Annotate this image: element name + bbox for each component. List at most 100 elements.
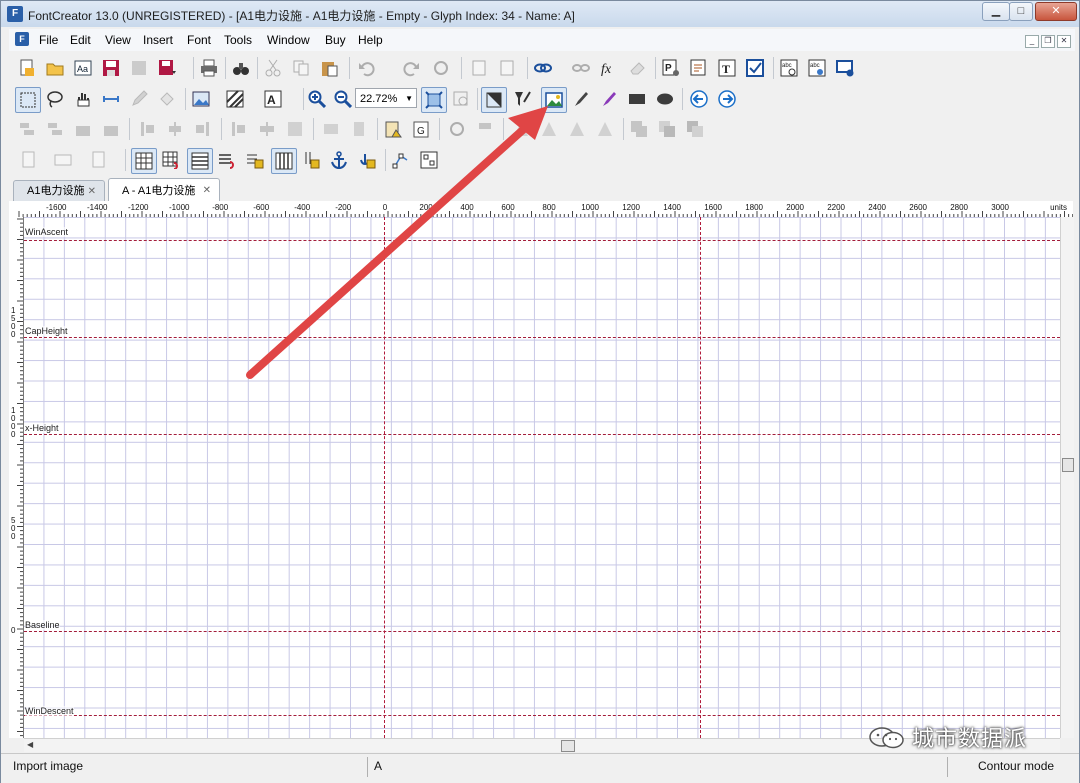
menu-file[interactable]: File	[39, 33, 58, 47]
menu-view[interactable]: View	[105, 33, 131, 47]
show-guidelines-icon[interactable]	[271, 148, 297, 174]
previous-glyph-icon[interactable]	[687, 87, 711, 111]
document-icon[interactable]: F	[15, 32, 29, 46]
zoom-in-icon[interactable]	[305, 87, 329, 111]
background-image-icon[interactable]	[189, 87, 213, 111]
intersect-icon[interactable]	[655, 117, 679, 141]
formula-fx-icon[interactable]: fx	[597, 56, 621, 80]
skew-left-icon[interactable]	[537, 117, 561, 141]
show-grid-icon[interactable]	[131, 148, 157, 174]
menu-font[interactable]: Font	[187, 33, 211, 47]
zoom-fit-icon[interactable]	[421, 87, 447, 113]
brush-icon[interactable]	[569, 87, 593, 111]
distribute-left-icon[interactable]	[135, 117, 159, 141]
redo-icon[interactable]	[399, 56, 423, 80]
paste-icon[interactable]	[317, 56, 341, 80]
snap-metrics-icon[interactable]	[215, 148, 239, 172]
skew-icon[interactable]	[509, 117, 533, 141]
align-left-icon[interactable]	[15, 117, 39, 141]
glyph-canvas[interactable]: WinAscent CapHeight x-Height Baseline Wi…	[24, 217, 1060, 738]
new-glyph-icon[interactable]	[17, 148, 41, 172]
validate-icon[interactable]	[687, 56, 711, 80]
menu-help[interactable]: Help	[358, 33, 383, 47]
web-preview-icon[interactable]: abc	[805, 56, 829, 80]
glyph-info-icon[interactable]	[381, 117, 405, 141]
mdi-restore-button[interactable]: ❐	[1041, 35, 1055, 48]
open-folder-icon[interactable]	[43, 56, 67, 80]
unlink-icon[interactable]	[569, 56, 593, 80]
menu-edit[interactable]: Edit	[70, 33, 91, 47]
space-center-icon[interactable]	[255, 117, 279, 141]
font-overview-button[interactable]: Aa	[71, 56, 95, 80]
import-image-button[interactable]	[541, 87, 567, 113]
lock-metrics-icon[interactable]	[243, 148, 267, 172]
skew-right-icon[interactable]	[565, 117, 589, 141]
points-icon[interactable]	[417, 148, 441, 172]
repeat-icon[interactable]	[429, 56, 453, 80]
font-properties-icon[interactable]: P	[659, 56, 683, 80]
text-tool-icon[interactable]: T	[715, 56, 739, 80]
space-left-icon[interactable]	[227, 117, 251, 141]
lock-guidelines-icon[interactable]	[299, 148, 323, 172]
spellcheck-icon[interactable]: abc	[777, 56, 801, 80]
mirror-icon[interactable]	[593, 117, 617, 141]
copy-icon[interactable]	[289, 56, 313, 80]
show-metrics-icon[interactable]	[187, 148, 213, 174]
align-top-icon[interactable]	[99, 117, 123, 141]
font-style-icon[interactable]: A	[261, 87, 285, 111]
glyph-page-icon[interactable]	[87, 148, 111, 172]
check-icon[interactable]	[743, 56, 767, 80]
lock-anchor-icon[interactable]	[355, 148, 379, 172]
maximize-button[interactable]: □	[1009, 2, 1033, 21]
tab-font-overview[interactable]: A1电力设施 ✕	[13, 180, 105, 202]
print-icon[interactable]	[197, 56, 221, 80]
center-vertical-icon[interactable]	[319, 117, 343, 141]
rotate-icon[interactable]	[445, 117, 469, 141]
eraser-icon[interactable]	[625, 56, 649, 80]
zoom-selection-icon[interactable]	[449, 87, 473, 111]
snap-grid-icon[interactable]	[159, 148, 183, 172]
fill-bucket-icon[interactable]	[155, 87, 179, 111]
node-tool-icon[interactable]	[389, 148, 413, 172]
distribute-right-icon[interactable]	[191, 117, 215, 141]
close-tab-icon[interactable]: ✕	[203, 179, 211, 203]
save-as-icon[interactable]	[155, 56, 179, 80]
glyph-g-icon[interactable]: G	[409, 117, 433, 141]
glyph-properties-icon[interactable]	[467, 56, 491, 80]
measure-icon[interactable]	[99, 87, 123, 111]
minimize-button[interactable]: ▁	[982, 2, 1010, 21]
hatch-fill-icon[interactable]	[223, 87, 247, 111]
ellipse-tool-icon[interactable]	[653, 87, 677, 111]
contour-mode-icon[interactable]	[481, 87, 507, 113]
align-center-icon[interactable]	[43, 117, 67, 141]
close-button[interactable]: ✕	[1035, 2, 1077, 21]
hand-pan-icon[interactable]	[71, 87, 95, 111]
rectangle-tool-icon[interactable]	[625, 87, 649, 111]
marker-icon[interactable]	[597, 87, 621, 111]
align-right-icon[interactable]	[71, 117, 95, 141]
flip-icon[interactable]	[473, 117, 497, 141]
find-binoculars-icon[interactable]	[229, 56, 253, 80]
menu-buy[interactable]: Buy	[325, 33, 346, 47]
new-font-button[interactable]	[15, 56, 39, 80]
vertical-scrollbar[interactable]	[1060, 217, 1074, 738]
anchor-icon[interactable]	[327, 148, 351, 172]
menu-window[interactable]: Window	[267, 33, 310, 47]
menu-tools[interactable]: Tools	[224, 33, 252, 47]
close-tab-icon[interactable]: ✕	[88, 181, 96, 202]
pen-icon[interactable]	[127, 87, 151, 111]
subtract-icon[interactable]	[683, 117, 707, 141]
link-icon[interactable]	[531, 56, 555, 80]
next-glyph-icon[interactable]	[715, 87, 739, 111]
horizontal-scroll-thumb[interactable]	[561, 740, 575, 752]
advance-width-guideline[interactable]	[700, 217, 701, 738]
glyph-transform-icon[interactable]	[495, 56, 519, 80]
undo-icon[interactable]	[355, 56, 379, 80]
cut-icon[interactable]	[261, 56, 285, 80]
funnel-tool-icon[interactable]	[511, 87, 535, 111]
save-icon[interactable]	[99, 56, 123, 80]
distribute-center-icon[interactable]	[163, 117, 187, 141]
union-icon[interactable]	[627, 117, 651, 141]
mdi-minimize-button[interactable]: _	[1025, 35, 1039, 48]
install-font-icon[interactable]	[833, 56, 857, 80]
